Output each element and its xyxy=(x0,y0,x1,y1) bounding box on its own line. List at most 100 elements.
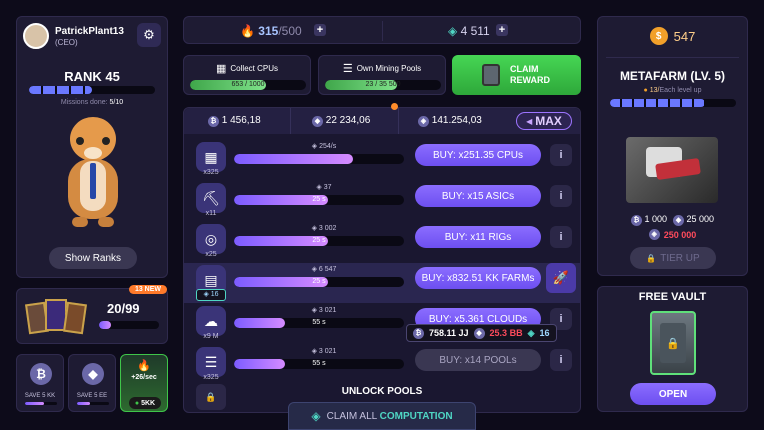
avatar[interactable] xyxy=(23,23,49,49)
rig-progress-bar: 25 s xyxy=(234,236,404,246)
buy-pool-button[interactable]: BUY: x14 POOLs xyxy=(415,349,541,371)
bitcoin-icon: ₿ xyxy=(630,215,642,226)
cpu-icon: ▦ xyxy=(196,142,226,172)
buy-cpu-button[interactable]: BUY: x251.35 CPUs xyxy=(415,144,541,166)
coins-display: $ 547 xyxy=(598,27,747,45)
server-icon: ☰ xyxy=(342,63,353,75)
pools-label: Own Mining Pools xyxy=(356,64,422,73)
buy-rig-button[interactable]: BUY: x11 RIGs xyxy=(415,226,541,248)
metafarm-progress-bar xyxy=(610,99,736,107)
new-badge: 13 NEW xyxy=(128,285,167,294)
missions-text: Missions done: 5/10 xyxy=(60,99,124,106)
boost-rate: +26/sec xyxy=(131,374,157,381)
coin-icon: $ xyxy=(649,27,668,45)
rate-icon: ◈ xyxy=(311,307,317,314)
gear-icon: ⚙ xyxy=(143,27,155,42)
info-asic-button[interactable]: i xyxy=(550,185,572,207)
building-row-asic: ⛏ x11 ◈ 37 25 s BUY: x15 ASICs i xyxy=(184,181,580,221)
cards-panel[interactable]: 13 NEW 20/99 xyxy=(16,285,168,344)
cloud-rate: ◈ 3 021 xyxy=(311,307,337,314)
boost-value: ● 5KK xyxy=(129,397,161,409)
level-text: ● 13/Each level up xyxy=(643,87,702,94)
bitcoin-icon: ₿ xyxy=(30,363,52,385)
tier-cost: ₿ 1 000 ◆ 25 000 xyxy=(598,214,747,226)
collect-progress-bar: 653 / 1000 xyxy=(190,80,306,90)
vault-icon: 🔒 xyxy=(650,311,696,375)
max-button[interactable]: ◀ MAX xyxy=(516,112,572,130)
ethereum-icon: ◆ xyxy=(82,363,104,385)
cards-progress-bar xyxy=(99,321,159,329)
rig-rate: ◈ 3 002 xyxy=(311,225,337,232)
pools-progress-bar: 23 / 35 500 xyxy=(325,80,441,90)
metafarm-title: METAFARM (LV. 5) xyxy=(619,69,726,83)
tooltip: ₿ 758.11 JJ ◆ 25.3 BB ◈ 16 xyxy=(406,324,557,342)
free-vault-panel: FREE VAULT 🔒 OPEN xyxy=(597,286,748,412)
metafarm-panel: $ 547 METAFARM (LV. 5) ● 13/Each level u… xyxy=(597,16,748,276)
cards-icon xyxy=(25,299,87,335)
orange-indicator xyxy=(391,103,398,110)
asic-progress-bar: 25 s xyxy=(234,195,404,205)
rocket-button[interactable]: 🚀 xyxy=(546,263,576,293)
player-name: PatrickPlant13 xyxy=(55,26,124,37)
add-gems-button[interactable]: + xyxy=(496,24,508,36)
rate-icon: ◈ xyxy=(311,143,318,150)
cards-count: 20/99 xyxy=(107,301,140,316)
ethereum-icon: ◆ xyxy=(673,215,684,226)
cloud-count: x9 M xyxy=(203,333,219,340)
mining-pools-panel[interactable]: ☰ Own Mining Pools 23 / 35 500 xyxy=(318,55,446,95)
tag-icon: ◀ xyxy=(526,116,533,126)
cloud-icon: ☁ xyxy=(196,306,226,336)
settings-button[interactable]: ⚙ xyxy=(137,23,161,47)
farm-image xyxy=(626,137,718,203)
collect-label: Collect CPUs xyxy=(230,64,278,73)
rig-icon: ◎ xyxy=(196,224,226,254)
tier-cost-gem: ◈ 250 000 xyxy=(598,229,747,240)
gem-icon: ◈ xyxy=(311,409,321,423)
claim-all-button[interactable]: ◈ CLAIM ALL COMPUTATION xyxy=(288,402,476,430)
save-tile-btc[interactable]: ₿ SAVE 5 KK xyxy=(16,354,64,412)
balance-eth: ◆ 22 234,06 xyxy=(312,115,370,127)
ethereum-icon: ◆ xyxy=(473,327,485,339)
farm-progress-bar: 25 s xyxy=(234,277,404,287)
info-pool-button[interactable]: i xyxy=(550,349,572,371)
add-energy-button[interactable]: + xyxy=(314,24,326,36)
gem-icon: ◈ xyxy=(448,24,458,38)
asic-rate: ◈ 37 xyxy=(316,184,332,191)
claim-reward-button[interactable]: CLAIM REWARD xyxy=(452,55,581,95)
bitcoin-icon: ₿ xyxy=(413,327,424,339)
boost-tile[interactable]: 🔥 +26/sec ● 5KK xyxy=(120,354,168,412)
buy-asic-button[interactable]: BUY: x15 ASICs xyxy=(415,185,541,207)
claim-reward-label: CLAIM REWARD xyxy=(510,64,550,85)
profile-panel: PatrickPlant13 (CEO) ⚙ RANK 45 Missions … xyxy=(16,16,168,278)
open-vault-button[interactable]: OPEN xyxy=(630,383,716,405)
bitcoin-icon: ₿ xyxy=(208,116,219,127)
collect-cpus-panel[interactable]: ▦ Collect CPUs 653 / 1000 xyxy=(183,55,311,95)
gem-icon: ◈ xyxy=(648,229,660,240)
vault-icon xyxy=(482,64,500,86)
buy-farm-button[interactable]: BUY: x832.51 KK FARMs xyxy=(415,267,541,289)
rocket-icon: 🚀 xyxy=(552,270,570,285)
energy-display: 🔥 315/500 xyxy=(240,24,302,38)
rate-icon: ◈ xyxy=(311,266,317,273)
ethereum-icon: ◆ xyxy=(312,116,323,127)
unlock-pools-label: UNLOCK POOLS xyxy=(341,386,423,397)
flame-icon: 🔥 xyxy=(137,360,151,372)
pool-icon: ☰ xyxy=(196,347,226,377)
pool-count: x325 xyxy=(203,374,219,381)
farm-gem-badge: ◈ 16 xyxy=(196,289,226,301)
cloud-progress-bar: 55 s xyxy=(234,318,404,328)
show-ranks-button[interactable]: Show Ranks xyxy=(49,247,137,269)
info-rig-button[interactable]: i xyxy=(550,226,572,248)
asic-icon: ⛏ xyxy=(196,183,226,213)
rig-count: x25 xyxy=(205,251,217,258)
lock-icon: 🔒 xyxy=(646,253,657,263)
energy-icon: 🔥 xyxy=(240,24,255,38)
free-vault-title: FREE VAULT xyxy=(638,291,707,303)
tier-up-button[interactable]: 🔒 TIER UP xyxy=(630,247,716,269)
info-cpu-button[interactable]: i xyxy=(550,144,572,166)
top-resource-bar: 🔥 315/500 + ◈ 4 511 + xyxy=(183,16,581,44)
building-row-farm: ▤ 16 ◈ 6 547 25 s BUY: x832.51 KK FARMs … xyxy=(184,263,580,303)
rate-icon: ◈ xyxy=(316,184,322,191)
balance-gem: ◈ 141.254,03 xyxy=(418,115,482,127)
save-tile-eth[interactable]: ◆ SAVE 5 EE xyxy=(68,354,116,412)
